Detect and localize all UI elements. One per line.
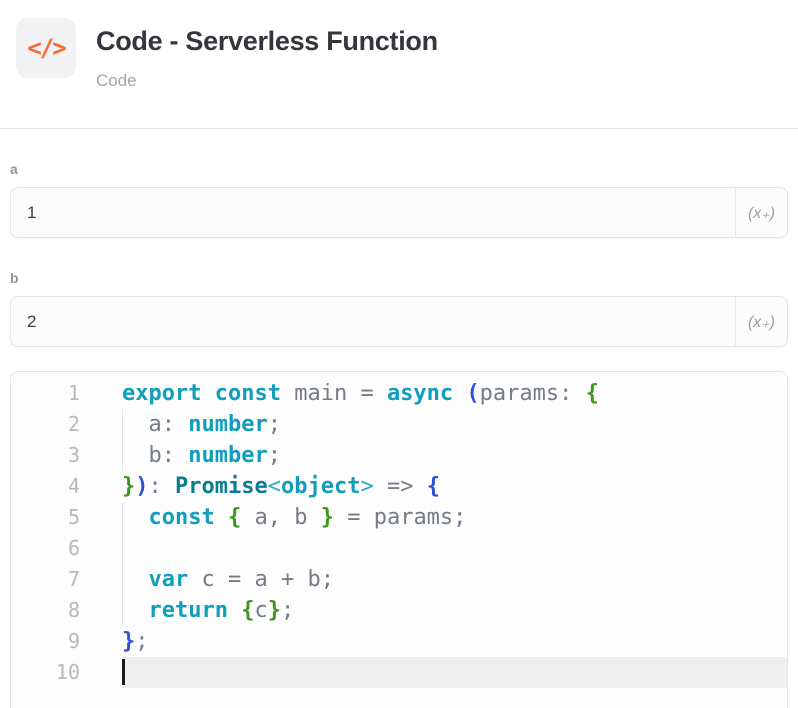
code-token: async <box>387 381 453 406</box>
code-token: => <box>374 474 427 499</box>
line-number: 2 <box>11 409 122 440</box>
piece-logo: </> <box>16 18 76 78</box>
code-token: object <box>281 474 360 499</box>
line-content: const { a, b } = params; <box>122 502 787 533</box>
code-token: } <box>321 505 334 530</box>
line-content: export const main = async (params: { <box>122 378 787 409</box>
code-line[interactable]: 6 <box>11 533 787 564</box>
line-content: var c = a + b; <box>122 564 787 595</box>
code-token: number <box>188 412 267 437</box>
code-token: ; <box>281 598 294 623</box>
code-token: const <box>215 381 281 406</box>
page-subtitle: Code <box>96 71 438 91</box>
code-token <box>122 505 149 530</box>
code-line[interactable]: 3 b: number; <box>11 440 787 471</box>
header-text: Code - Serverless Function Code <box>96 18 438 91</box>
line-content: }): Promise<object> => { <box>122 471 787 502</box>
code-token: = params; <box>334 505 466 530</box>
code-token: params: <box>480 381 586 406</box>
field-b-input[interactable] <box>11 297 735 346</box>
code-token: Promise <box>175 474 268 499</box>
field-b-label: b <box>10 270 788 286</box>
code-line[interactable]: 8 return {c}; <box>11 595 787 626</box>
code-line[interactable]: 5 const { a, b } = params; <box>11 502 787 533</box>
line-content <box>122 533 787 564</box>
code-token <box>122 567 149 592</box>
code-icon: </> <box>27 34 64 62</box>
code-line[interactable]: 1export const main = async (params: { <box>11 378 787 409</box>
line-number: 1 <box>11 378 122 409</box>
field-b: (x₊) <box>10 296 788 347</box>
code-token: > <box>360 474 373 499</box>
code-token: { <box>241 598 254 623</box>
line-content <box>122 657 787 688</box>
code-token: a: <box>122 412 188 437</box>
line-number: 4 <box>11 471 122 502</box>
code-token: } <box>268 598 281 623</box>
code-token: c = a + b; <box>188 567 334 592</box>
code-token: { <box>228 505 241 530</box>
code-editor[interactable]: 1export const main = async (params: {2 a… <box>10 371 788 708</box>
insert-variable-button-b[interactable]: (x₊) <box>735 297 787 346</box>
line-content: return {c}; <box>122 595 787 626</box>
code-token: ; <box>268 443 281 468</box>
line-number: 6 <box>11 533 122 564</box>
code-token: } <box>122 474 135 499</box>
code-line[interactable]: 7 var c = a + b; <box>11 564 787 595</box>
line-content: }; <box>122 626 787 657</box>
code-token: ; <box>268 412 281 437</box>
code-token: : <box>149 474 176 499</box>
code-line[interactable]: 4}): Promise<object> => { <box>11 471 787 502</box>
code-token <box>215 505 228 530</box>
header: </> Code - Serverless Function Code <box>0 0 798 128</box>
code-token: main = <box>281 381 387 406</box>
code-token: ( <box>466 381 479 406</box>
line-number: 5 <box>11 502 122 533</box>
line-number: 7 <box>11 564 122 595</box>
line-content: b: number; <box>122 440 787 471</box>
line-number: 3 <box>11 440 122 471</box>
header-divider <box>0 128 798 129</box>
code-token: { <box>427 474 440 499</box>
text-cursor <box>122 659 125 685</box>
code-token <box>201 381 214 406</box>
code-line[interactable]: 10 <box>11 657 787 688</box>
code-token: { <box>586 381 599 406</box>
code-token: return <box>149 598 228 623</box>
code-token <box>453 381 466 406</box>
code-token: const <box>149 505 215 530</box>
line-content: a: number; <box>122 409 787 440</box>
code-token: b: <box>122 443 188 468</box>
code-token: number <box>188 443 267 468</box>
code-token: c <box>254 598 267 623</box>
field-a-label: a <box>10 161 788 177</box>
code-token: < <box>268 474 281 499</box>
code-token: ) <box>135 474 148 499</box>
field-a-input[interactable] <box>11 188 735 237</box>
code-token: var <box>149 567 189 592</box>
code-line[interactable]: 2 a: number; <box>11 409 787 440</box>
code-token <box>122 598 149 623</box>
insert-variable-button-a[interactable]: (x₊) <box>735 188 787 237</box>
line-number: 10 <box>11 657 122 688</box>
line-number: 8 <box>11 595 122 626</box>
page-title: Code - Serverless Function <box>96 26 438 57</box>
code-token: export <box>122 381 201 406</box>
code-token: a, b <box>241 505 320 530</box>
code-token: ; <box>135 629 148 654</box>
code-token <box>228 598 241 623</box>
code-line[interactable]: 9}; <box>11 626 787 657</box>
fields-section: a (x₊) b (x₊) <box>0 161 798 347</box>
field-a: (x₊) <box>10 187 788 238</box>
code-token: } <box>122 629 135 654</box>
line-number: 9 <box>11 626 122 657</box>
